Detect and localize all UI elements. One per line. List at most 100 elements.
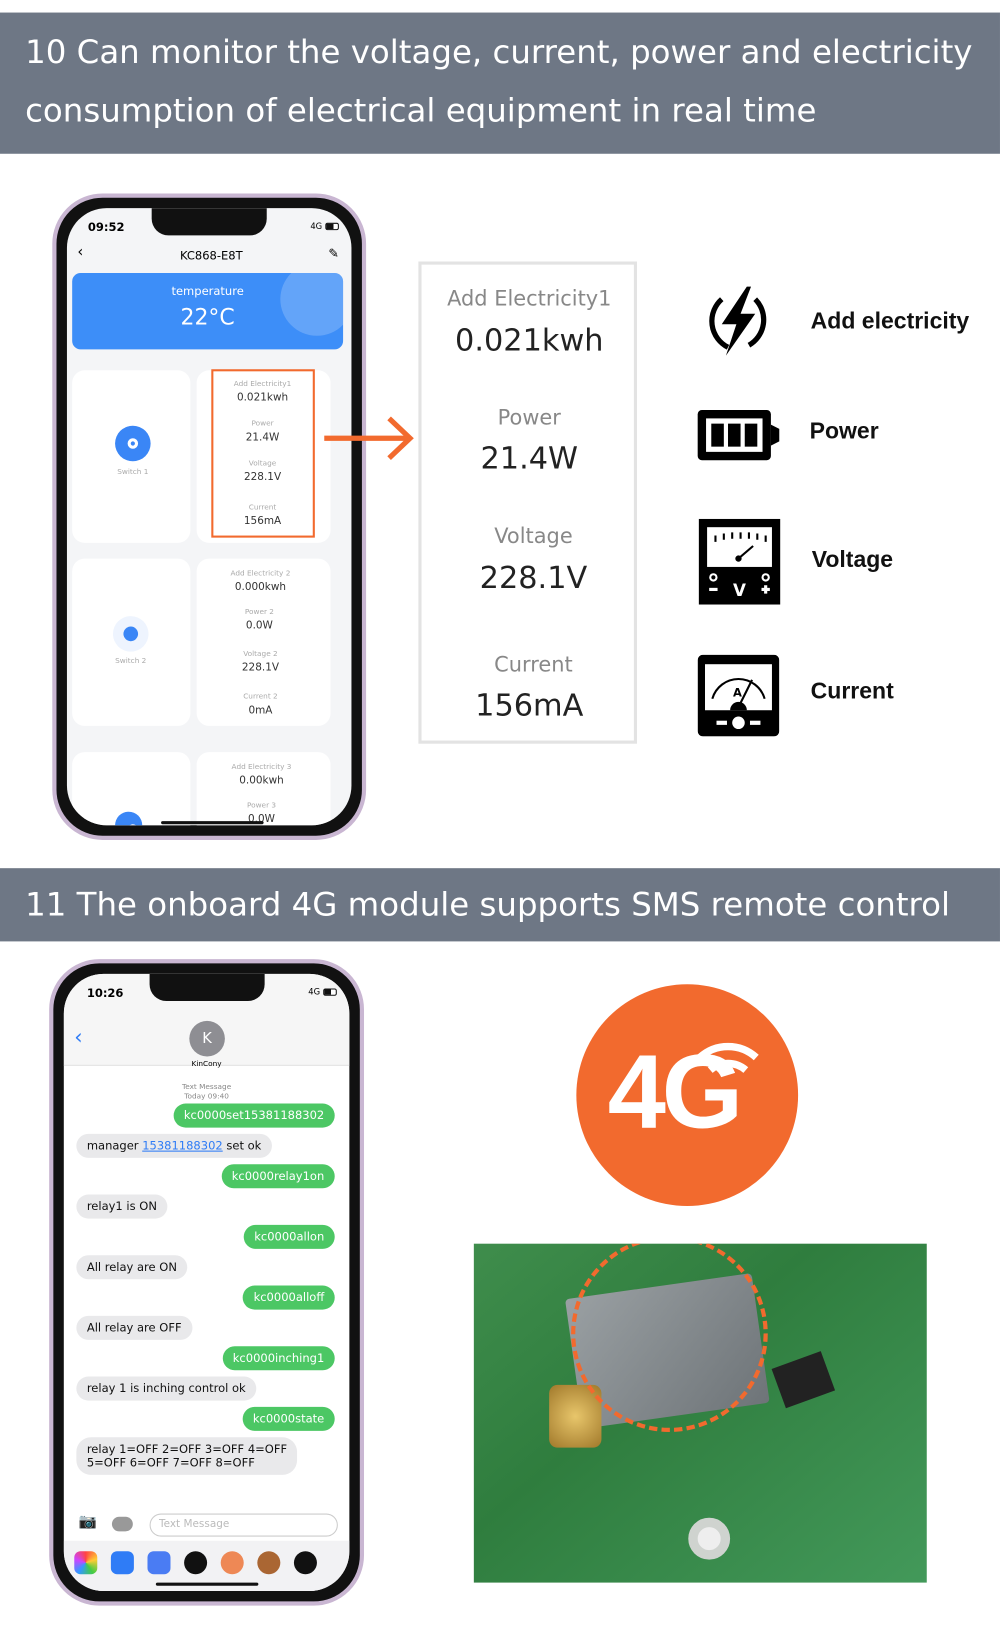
app-screen: 09:52 4G ‹ KC868-E8T ✎ temperature 22°C … [66,208,352,826]
section-11-heading: 11 The onboard 4G module supports SMS re… [25,885,951,924]
legend-voltage: Voltage [811,546,894,573]
sw1-voltage: 228.1V [243,471,282,484]
sw2-voltage: 228.1V [241,662,280,674]
message-out: kc0000allon [243,1224,335,1249]
status-time: 09:52 [87,220,125,235]
module-highlight-circle [571,1243,768,1432]
message-text: set ok [222,1139,262,1153]
heart-app-icon[interactable] [293,1551,317,1575]
status-network: 4G [308,987,321,997]
animoji-app-icon[interactable] [257,1551,281,1575]
memoji-app-icon[interactable] [220,1551,244,1575]
lightning-icon [709,286,767,356]
notch [149,973,265,1002]
switch-1-button-icon[interactable] [115,425,151,462]
sw1-current-label: Current [248,503,277,512]
message-input[interactable]: Text Message [149,1513,338,1537]
sw1-electricity-label: Add Electricity1 [233,379,292,389]
readout-voltage: 228.1V [479,559,588,596]
switch-1-name: Switch 1 [117,467,149,476]
photos-app-icon[interactable] [74,1551,98,1575]
contact-avatar[interactable]: K [189,1020,225,1057]
phone-sms-mockup: 10:26 4G ‹ K KinCony Text Message Today … [49,959,365,1606]
message-out: kc0000inching1 [222,1346,335,1371]
message-in: relay 1 is inching control ok [76,1376,257,1401]
readout-current-label: Current [494,651,573,677]
sw1-power: 21.4W [245,431,280,444]
readout-electricity: 0.021kwh [455,322,604,358]
message-text: manager [86,1139,143,1153]
section-11-banner: 11 The onboard 4G module supports SMS re… [0,868,1000,942]
message-text: relay 1=OFF 2=OFF 3=OFF 4=OFF [86,1442,288,1457]
legend-current: Current [810,677,894,704]
readout-voltage-label: Voltage [494,523,573,549]
sw1-voltage-label: Voltage [248,459,277,468]
sw2-voltage-label: Voltage 2 [243,649,278,658]
readout-panel: Add Electricity1 0.021kwh Power 21.4W Vo… [418,261,638,744]
status-time: 10:26 [86,986,124,1000]
sw2-electricity: 0.000kwh [234,581,287,594]
app-drawer [63,1540,350,1591]
section-10-heading-line1: 10 Can monitor the voltage, current, pow… [25,33,973,72]
section-10-heading-line2: consumption of electrical equipment in r… [25,92,817,130]
sms-screen: 10:26 4G ‹ K KinCony Text Message Today … [63,973,350,1591]
section-10-banner: 10 Can monitor the voltage, current, pow… [0,12,1000,154]
notch [151,208,267,236]
battery-status-icon [323,988,337,996]
sw3-electricity: 0.00kwh [239,775,284,787]
readout-electricity-label: Add Electricity1 [447,285,612,311]
sw1-electricity: 0.021kwh [236,392,289,404]
sw2-electricity-label: Add Electricity 2 [230,569,291,578]
edit-icon[interactable]: ✎ [328,246,339,261]
temperature-label: temperature [171,284,244,299]
fitness-app-icon[interactable] [184,1551,208,1575]
voltmeter-icon: V [698,518,781,605]
phone-app-mockup: 09:52 4G ‹ KC868-E8T ✎ temperature 22°C … [52,193,367,840]
message-text: 5=OFF 6=OFF 7=OFF 8=OFF [86,1456,255,1470]
temperature-value: 22°C [180,304,235,330]
audio-app-icon[interactable] [147,1551,171,1575]
back-icon[interactable]: ‹ [74,1024,82,1049]
temperature-card: temperature 22°C [72,273,344,350]
message-in: manager 15381188302 set ok [76,1133,272,1158]
app-store-app-icon[interactable] [110,1551,134,1575]
message-in: All relay are OFF [76,1315,193,1340]
readout-power-label: Power [497,404,561,430]
status-network: 4G [310,221,323,232]
readout-current: 156mA [475,687,584,723]
4g-badge: 4G [576,984,799,1207]
sw1-power-label: Power [251,419,274,428]
sw2-current-label: Current 2 [243,692,278,701]
message-in: relay1 is ON [76,1194,168,1219]
battery-icon [697,410,780,461]
phone-number-link[interactable]: 15381188302 [142,1139,223,1153]
readout-power: 21.4W [480,440,579,476]
sw2-current: 0mA [248,705,273,717]
thread-time: Today 09:40 [184,1092,229,1101]
legend-add-electricity: Add electricity [810,307,970,334]
sw2-power-label: Power 2 [244,607,274,617]
ammeter-icon: A [697,654,780,737]
thread-type: Text Message [181,1082,232,1091]
sw3-power-label: Power 3 [246,801,277,810]
message-out: kc0000set15381188302 [173,1103,335,1128]
switch-2-name: Switch 2 [115,656,147,666]
wifi-signal-icon [697,1042,759,1073]
legend-power: Power [809,417,879,444]
sw3-electricity-label: Add Electricity 3 [231,762,292,771]
home-indicator [161,821,264,825]
battery-status-icon [325,222,339,231]
svg-text:A: A [733,686,742,700]
pcb-photo [473,1243,927,1583]
device-title: KC868-E8T [179,248,243,263]
arrow-right-icon [324,416,414,461]
contact-name[interactable]: KinCony [64,1060,350,1068]
sw2-power: 0.0W [245,620,273,632]
message-out: kc0000relay1on [221,1164,335,1189]
message-out: kc0000alloff [243,1285,335,1310]
message-out: kc0000state [242,1406,335,1431]
app-store-icon[interactable] [111,1516,133,1532]
camera-icon[interactable]: 📷 [78,1514,96,1531]
message-in: relay 1=OFF 2=OFF 3=OFF 4=OFF 5=OFF 6=OFF… [76,1437,298,1475]
svg-text:V: V [733,580,746,600]
